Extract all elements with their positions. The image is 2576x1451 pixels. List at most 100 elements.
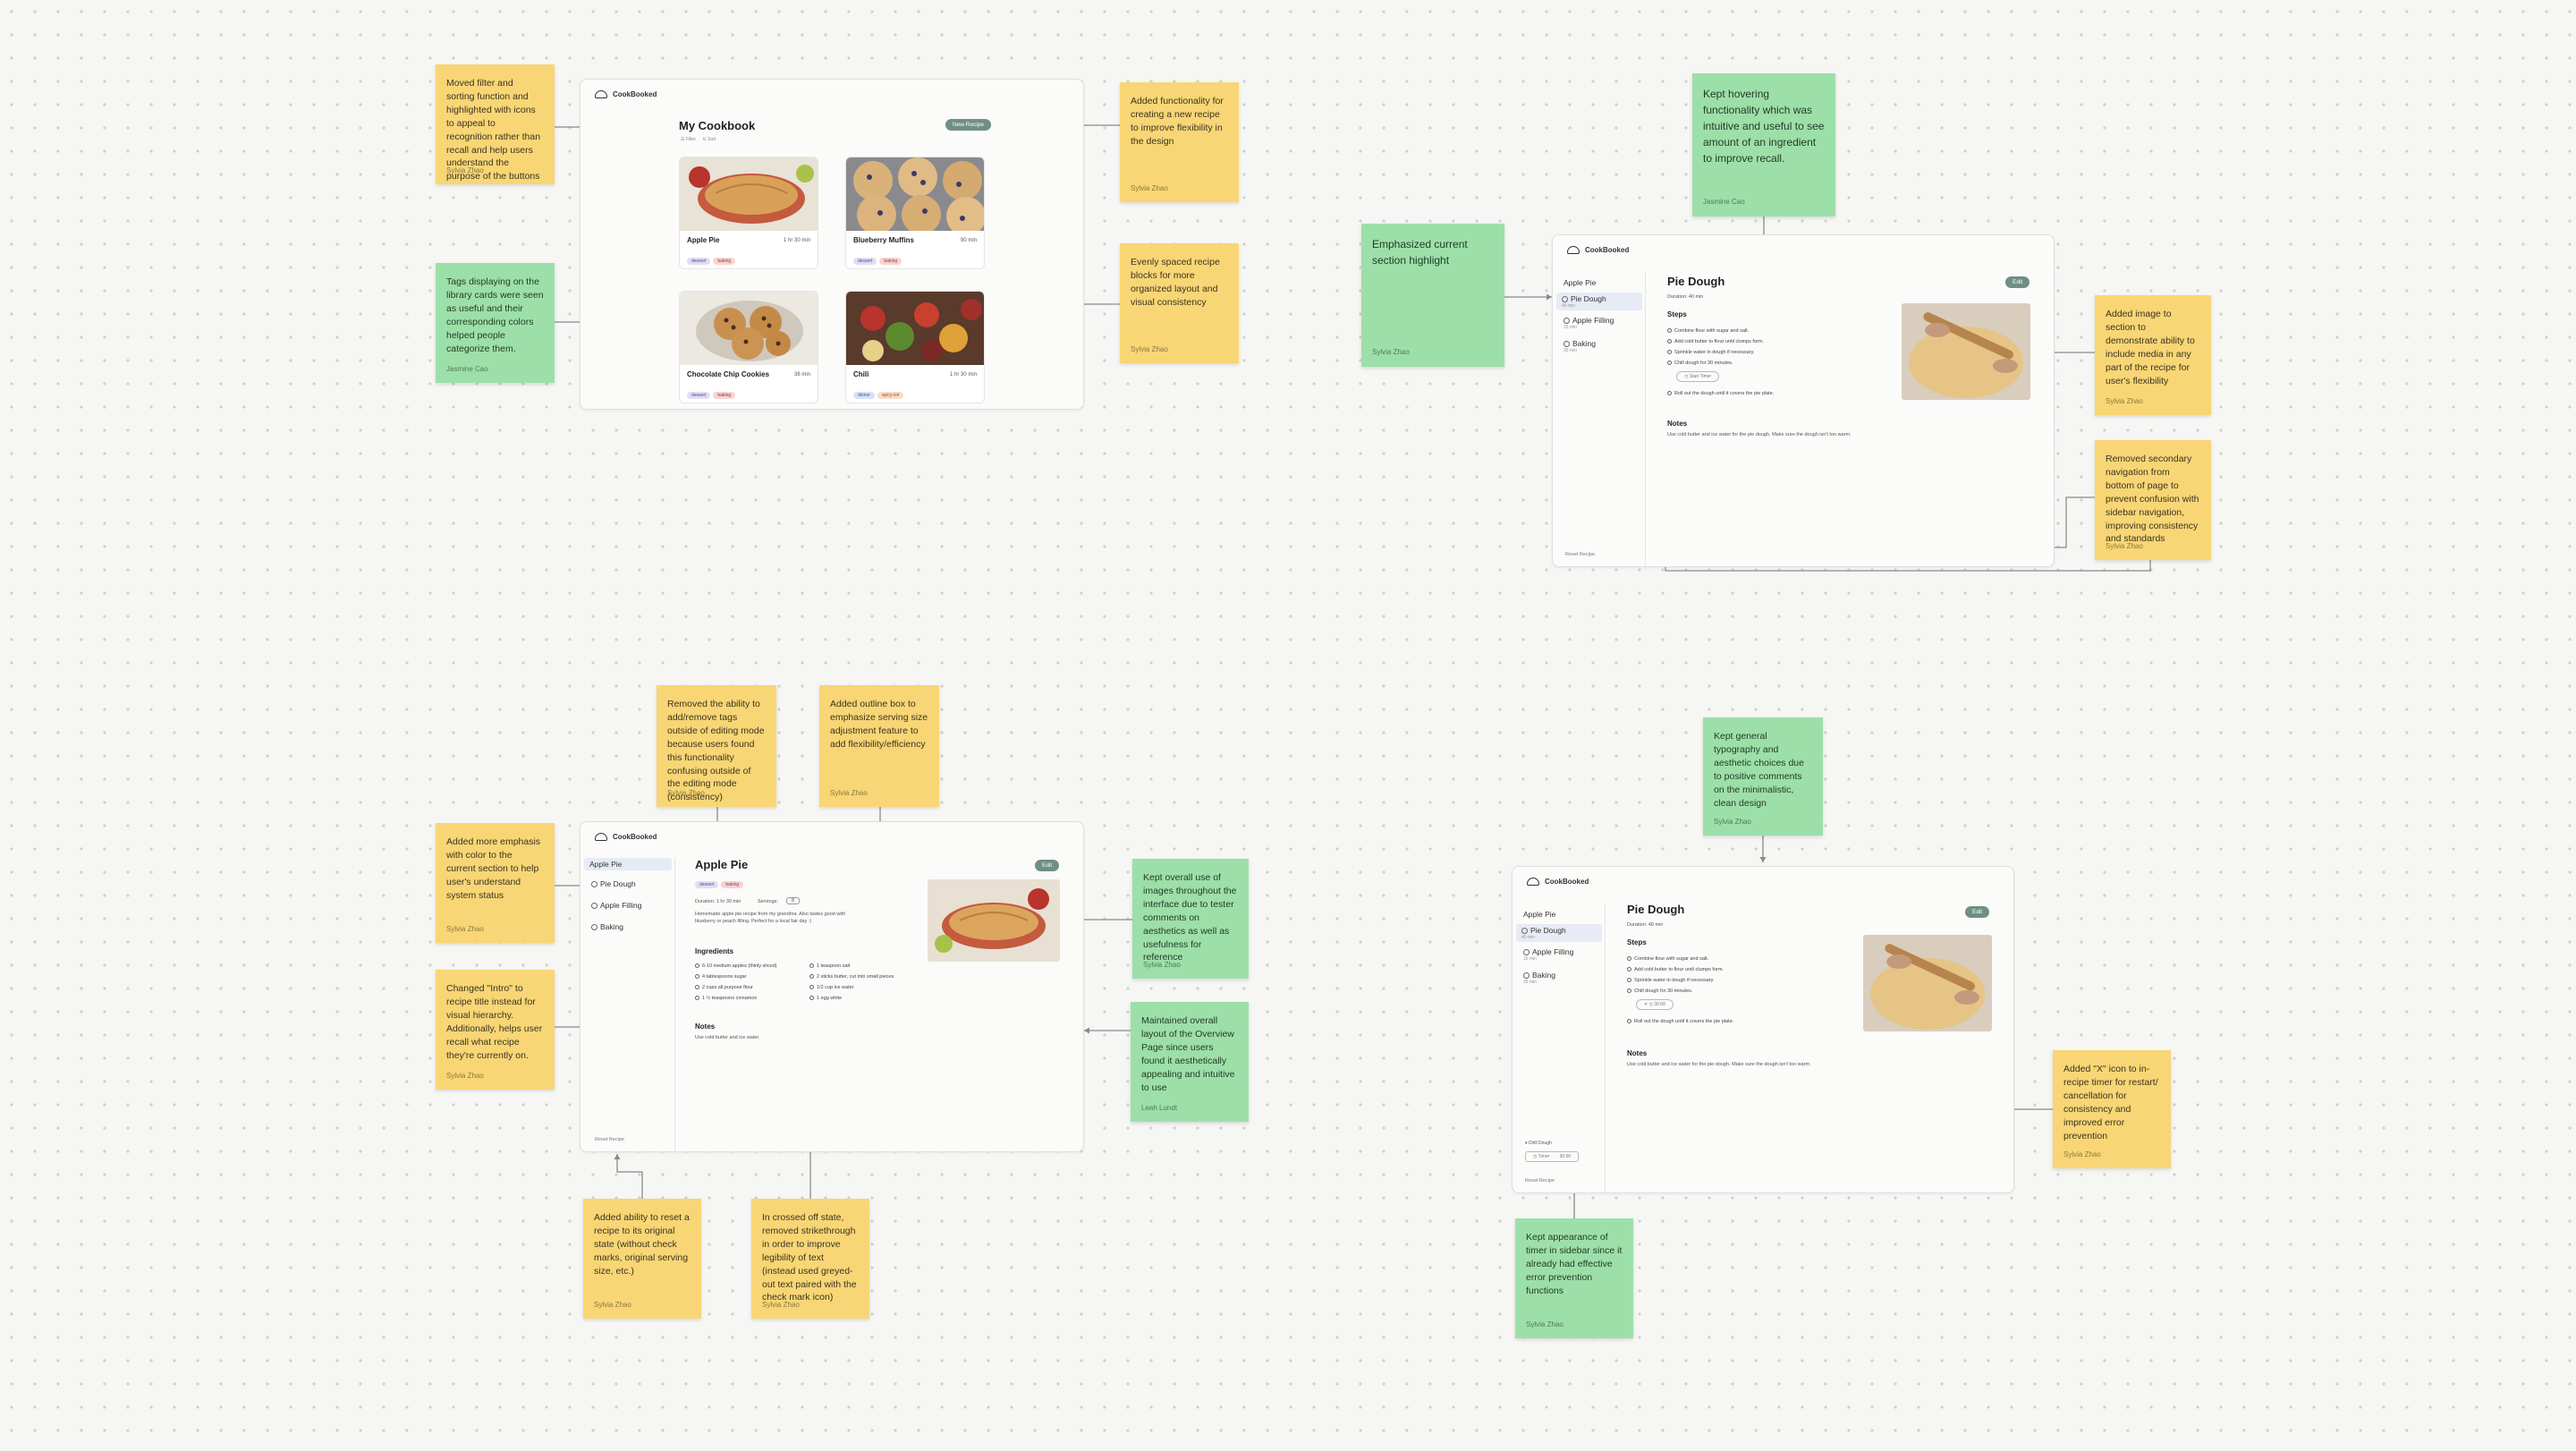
- sticky-note[interactable]: Changed "Intro" to recipe title instead …: [436, 970, 555, 1090]
- sidebar-item-baking[interactable]: Baking 35 min: [1563, 339, 1596, 353]
- step-item[interactable]: Chill dough for 30 minutes.: [1627, 989, 1692, 994]
- sticky-note[interactable]: Emphasized current section highlight Sylv…: [1361, 224, 1504, 367]
- brand[interactable]: CookBooked: [595, 90, 657, 98]
- checkbox-icon[interactable]: [695, 985, 699, 989]
- edit-button[interactable]: Edit: [2005, 276, 2030, 288]
- reset-recipe-button[interactable]: Reset Recipe: [1525, 1178, 1555, 1184]
- checkbox-icon[interactable]: [591, 924, 597, 930]
- ingredient-item[interactable]: 6-10 medium apples (thinly sliced): [695, 963, 776, 969]
- ingredient-item[interactable]: 2 sticks butter, cut into small pieces: [809, 974, 894, 980]
- filter-sort-controls[interactable]: ☰ Filter ⇅ Sort: [681, 137, 716, 142]
- step-item[interactable]: Roll out the dough until it covers the p…: [1667, 391, 1774, 396]
- checkbox-icon[interactable]: [1627, 1019, 1631, 1023]
- sticky-note[interactable]: In crossed off state, removed strikethro…: [751, 1199, 869, 1319]
- sticky-note[interactable]: Added image to section to demonstrate ab…: [2095, 295, 2211, 415]
- sidebar-item-apple-pie[interactable]: Apple Pie: [1523, 910, 1555, 919]
- sidebar-item-apple-pie[interactable]: Apple Pie: [584, 858, 672, 870]
- ingredient-item[interactable]: 2 cups all purpose flour: [695, 985, 753, 990]
- checkbox-icon[interactable]: [1627, 956, 1631, 961]
- ingredient-item[interactable]: 1 teaspoon salt: [809, 963, 850, 969]
- checkbox-icon[interactable]: [591, 881, 597, 887]
- sticky-note[interactable]: Added "X" icon to in-recipe timer for re…: [2053, 1050, 2171, 1168]
- sidebar-item-apple-pie[interactable]: Apple Pie: [1563, 278, 1596, 287]
- sticky-note[interactable]: Moved filter and sorting function and hi…: [436, 64, 555, 184]
- sidebar-item-apple-filling[interactable]: Apple Filling: [591, 901, 641, 910]
- checkbox-icon[interactable]: [809, 963, 814, 968]
- step-item[interactable]: Add cold butter to flour until clumps fo…: [1667, 339, 1764, 344]
- checkbox-icon[interactable]: [809, 996, 814, 1000]
- sticky-note[interactable]: Added more emphasis with color to the cu…: [436, 823, 555, 943]
- sidebar-item-apple-filling[interactable]: Apple Filling 15 min: [1563, 316, 1614, 330]
- brand[interactable]: CookBooked: [1527, 878, 1589, 886]
- checkbox-icon[interactable]: [695, 974, 699, 979]
- step-item[interactable]: Chill dough for 30 minutes.: [1667, 361, 1733, 366]
- sort-button[interactable]: Sort: [708, 137, 716, 142]
- checkbox-icon[interactable]: [1627, 978, 1631, 982]
- checkbox-icon[interactable]: [1667, 350, 1672, 354]
- step-item[interactable]: Combine flour with sugar and salt.: [1627, 956, 1708, 962]
- checkbox-icon[interactable]: [1523, 972, 1530, 979]
- sidebar-item-pie-dough[interactable]: Pie Dough 40 min: [1516, 924, 1602, 942]
- step-item[interactable]: Roll out the dough until it covers the p…: [1627, 1019, 1733, 1024]
- ingredient-item[interactable]: 4 tablespoons sugar: [695, 974, 747, 980]
- checkbox-icon[interactable]: [1667, 339, 1672, 344]
- sticky-note[interactable]: Added outline box to emphasize serving s…: [819, 685, 939, 807]
- checkbox-icon[interactable]: [1627, 989, 1631, 993]
- reset-recipe-button[interactable]: Reset Recipe: [595, 1137, 624, 1142]
- recipe-card-chili[interactable]: Chili 1 hr 30 min dinner spicy-ish: [845, 291, 985, 403]
- checkbox-icon[interactable]: [809, 974, 814, 979]
- edit-button[interactable]: Edit: [1965, 906, 1990, 918]
- sidebar-item-apple-filling[interactable]: Apple Filling 15 min: [1523, 947, 1573, 962]
- edit-button[interactable]: Edit: [1035, 860, 1060, 871]
- checkbox-icon[interactable]: [591, 903, 597, 909]
- step-item[interactable]: Sprinkle water in dough if necessary.: [1667, 350, 1754, 355]
- step-item[interactable]: Combine flour with sugar and salt.: [1667, 328, 1749, 334]
- sidebar-item-pie-dough[interactable]: Pie Dough 40 min: [1556, 293, 1642, 310]
- sidebar-item-baking[interactable]: Baking: [591, 922, 623, 931]
- note-author: Sylvia Zhao: [446, 1071, 484, 1080]
- sticky-note[interactable]: Kept hovering functionality which was in…: [1692, 73, 1835, 216]
- sticky-note[interactable]: Kept appearance of timer in sidebar sinc…: [1515, 1218, 1633, 1338]
- checkbox-icon[interactable]: [1563, 341, 1570, 347]
- sticky-note[interactable]: Added ability to reset a recipe to its o…: [583, 1199, 701, 1319]
- sticky-note[interactable]: Removed the ability to add/remove tags o…: [657, 685, 776, 807]
- sticky-note[interactable]: Kept overall use of images throughout th…: [1132, 859, 1249, 979]
- checkbox-icon[interactable]: [695, 963, 699, 968]
- sticky-note[interactable]: Maintained overall layout of the Overvie…: [1131, 1002, 1249, 1122]
- ingredient-item[interactable]: 1 egg white: [809, 996, 842, 1001]
- sticky-note[interactable]: Removed secondary navigation from bottom…: [2095, 440, 2211, 560]
- checkbox-icon[interactable]: [1562, 296, 1568, 302]
- whiteboard-canvas[interactable]: CookBooked My Cookbook ☰ Filter ⇅ Sort N…: [0, 0, 2576, 1451]
- checkbox-icon[interactable]: [809, 985, 814, 989]
- recipe-card-blueberry-muffins[interactable]: Blueberry Muffins 90 min dessert baking: [845, 157, 985, 269]
- recipe-card-cookies[interactable]: Chocolate Chip Cookies 38 min dessert bak…: [679, 291, 818, 403]
- step-item[interactable]: Add cold butter to flour until clumps fo…: [1627, 967, 1724, 972]
- servings-input[interactable]: 8: [786, 897, 801, 904]
- sidebar-item-baking[interactable]: Baking 35 min: [1523, 971, 1555, 985]
- sticky-note[interactable]: Added functionality for creating a new r…: [1120, 82, 1239, 202]
- checkbox-icon[interactable]: [1667, 328, 1672, 333]
- new-recipe-button[interactable]: New Recipe: [945, 119, 992, 131]
- sticky-note[interactable]: Evenly spaced recipe blocks for more org…: [1120, 243, 1239, 363]
- step-timer[interactable]: ✕ ◷ 30:00: [1636, 999, 1674, 1010]
- checkbox-icon[interactable]: [1521, 928, 1528, 934]
- step-item[interactable]: Sprinkle water in dough if necessary.: [1627, 978, 1714, 983]
- checkbox-icon[interactable]: [1667, 391, 1672, 395]
- ingredient-item[interactable]: 1/2 cup ice water: [809, 985, 854, 990]
- checkbox-icon[interactable]: [1627, 967, 1631, 972]
- filter-button[interactable]: Filter: [686, 137, 696, 142]
- sidebar-timer[interactable]: ◷ Timer 30:00: [1525, 1151, 1580, 1162]
- brand[interactable]: CookBooked: [1567, 246, 1629, 254]
- brand[interactable]: CookBooked: [595, 833, 657, 841]
- sticky-note[interactable]: Tags displaying on the library cards wer…: [436, 263, 555, 383]
- recipe-card-apple-pie[interactable]: Apple Pie 1 hr 30 min dessert baking: [679, 157, 818, 269]
- sidebar-item-pie-dough[interactable]: Pie Dough: [591, 879, 636, 888]
- checkbox-icon[interactable]: [695, 996, 699, 1000]
- start-timer-button[interactable]: ◷ Start Timer: [1676, 371, 1720, 382]
- checkbox-icon[interactable]: [1667, 361, 1672, 365]
- reset-recipe-button[interactable]: Reset Recipe: [1565, 552, 1595, 557]
- checkbox-icon[interactable]: [1523, 949, 1530, 955]
- ingredient-item[interactable]: 1 ½ teaspoons cinnamon: [695, 996, 757, 1001]
- checkbox-icon[interactable]: [1563, 318, 1570, 324]
- sticky-note[interactable]: Kept general typography and aesthetic ch…: [1703, 717, 1823, 836]
